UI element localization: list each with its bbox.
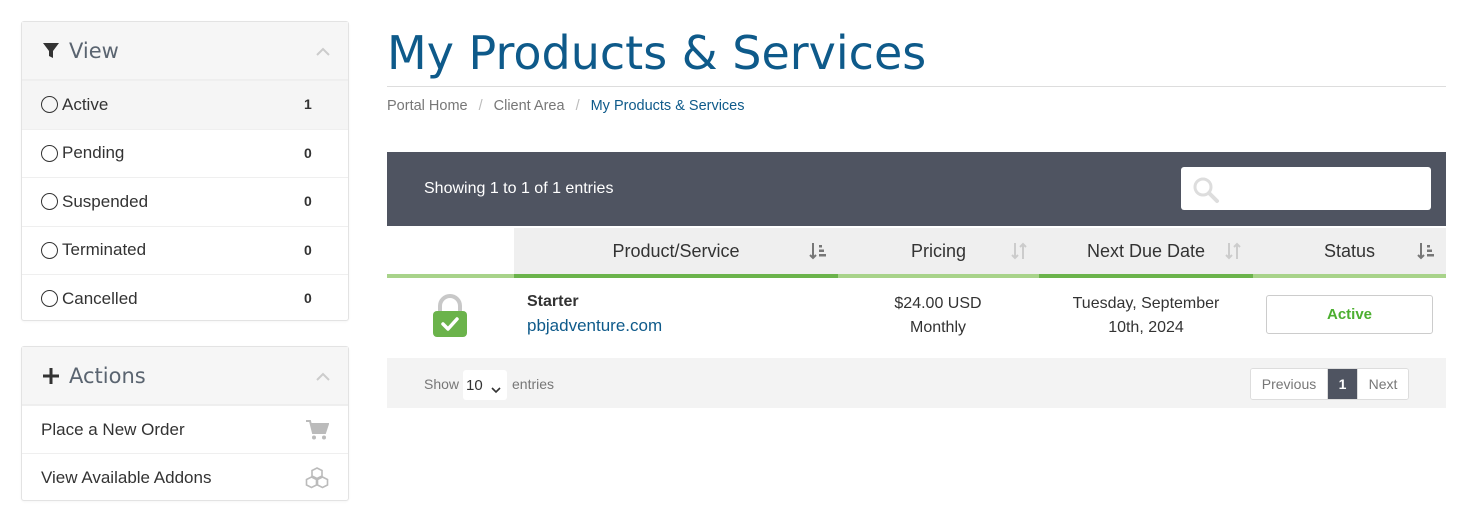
- page-title: My Products & Services: [387, 26, 927, 80]
- filter-count: 0: [304, 193, 312, 209]
- action-label: View Available Addons: [41, 467, 212, 487]
- radio-icon[interactable]: [41, 290, 58, 308]
- breadcrumb-portal-home[interactable]: Portal Home: [387, 98, 468, 114]
- entries-label: entries: [512, 376, 555, 392]
- filter-label: Pending: [62, 143, 125, 163]
- filter-count: 0: [304, 241, 312, 258]
- breadcrumb-separator: /: [575, 98, 580, 114]
- page-1-button[interactable]: 1: [1328, 369, 1357, 399]
- table-row[interactable]: Starter pbjadventure.com $24.00 USD Mont…: [387, 278, 1446, 358]
- sort-icon: [1009, 241, 1029, 261]
- column-header-next-due-date[interactable]: Next Due Date: [1039, 228, 1253, 278]
- ssl-lock-icon: [431, 294, 469, 338]
- filter-label: Cancelled: [62, 288, 138, 308]
- column-header-icon: [387, 228, 514, 278]
- billing-cycle: Monthly: [909, 319, 967, 336]
- product-name: Starter: [527, 293, 579, 310]
- previous-page-button[interactable]: Previous: [1251, 369, 1328, 399]
- actions-panel-title: Actions: [69, 363, 146, 388]
- filter-icon: [41, 41, 61, 61]
- filter-label: Suspended: [62, 191, 149, 211]
- actions-panel: Actions Place a New Order View Available…: [21, 346, 349, 501]
- chevron-up-icon[interactable]: [316, 44, 330, 56]
- filter-cancelled[interactable]: Cancelled 0: [22, 274, 348, 323]
- title-divider: [387, 86, 1446, 87]
- action-label: Place a New Order: [41, 419, 185, 439]
- table-search-input[interactable]: [1181, 167, 1431, 210]
- filter-label: Terminated: [62, 240, 147, 260]
- due-date-line: 10th, 2024: [1108, 319, 1184, 336]
- actions-panel-heading[interactable]: Actions: [22, 347, 348, 405]
- radio-icon[interactable]: [41, 193, 58, 211]
- sort-ascending-icon: [808, 241, 828, 261]
- column-header-product-service[interactable]: Product/Service: [514, 228, 838, 278]
- breadcrumb-current: My Products & Services: [590, 98, 745, 114]
- breadcrumb-separator: /: [478, 98, 483, 114]
- table-footer: Show 10 entries Previous 1 Next: [387, 358, 1446, 408]
- plus-icon: [41, 366, 61, 386]
- view-panel-title: View: [69, 38, 119, 63]
- radio-icon[interactable]: [41, 96, 58, 114]
- filter-label: Active: [62, 94, 109, 114]
- cubes-icon: [305, 467, 329, 489]
- table-toolbar: Showing 1 to 1 of 1 entries: [387, 152, 1446, 226]
- sort-ascending-icon: [1416, 241, 1436, 261]
- chevron-down-icon: [491, 381, 501, 394]
- radio-icon[interactable]: [41, 144, 58, 162]
- view-panel-heading[interactable]: View: [22, 22, 348, 80]
- entries-length-select[interactable]: 10: [463, 370, 507, 400]
- filter-pending[interactable]: Pending 0: [22, 128, 348, 178]
- next-page-button[interactable]: Next: [1357, 369, 1408, 399]
- filter-count: 0: [304, 290, 312, 306]
- filter-terminated[interactable]: Terminated 0: [22, 225, 348, 275]
- filter-count: 0: [304, 144, 312, 161]
- filter-active[interactable]: Active 1: [22, 80, 348, 129]
- showing-entries-text: Showing 1 to 1 of 1 entries: [424, 180, 614, 197]
- product-domain[interactable]: pbjadventure.com: [527, 316, 662, 336]
- pagination: Previous 1 Next: [1250, 368, 1409, 400]
- place-new-order-link[interactable]: Place a New Order: [22, 405, 348, 453]
- price-amount: $24.00 USD: [894, 295, 982, 312]
- due-date-line: Tuesday, September: [1072, 295, 1220, 312]
- show-label: Show: [424, 376, 460, 392]
- next-due-date-cell: Tuesday, September 10th, 2024: [1039, 292, 1253, 340]
- sort-icon: [1223, 241, 1243, 261]
- column-header-status[interactable]: Status: [1253, 228, 1446, 278]
- breadcrumb-client-area[interactable]: Client Area: [494, 98, 565, 114]
- pricing-cell: $24.00 USD Monthly: [838, 292, 1038, 340]
- chevron-up-icon[interactable]: [316, 369, 330, 381]
- breadcrumb: Portal Home / Client Area / My Products …: [387, 98, 745, 114]
- cart-icon: [305, 419, 330, 441]
- filter-suspended[interactable]: Suspended 0: [22, 177, 348, 226]
- entries-length-value: 10: [466, 376, 483, 394]
- view-panel: View Active 1 Pending 0 Suspended 0 Term…: [21, 21, 349, 321]
- radio-icon[interactable]: [41, 241, 58, 259]
- filter-count: 1: [304, 96, 312, 112]
- view-available-addons-link[interactable]: View Available Addons: [22, 453, 348, 501]
- column-header-pricing[interactable]: Pricing: [838, 228, 1039, 278]
- status-badge: Active: [1266, 295, 1433, 334]
